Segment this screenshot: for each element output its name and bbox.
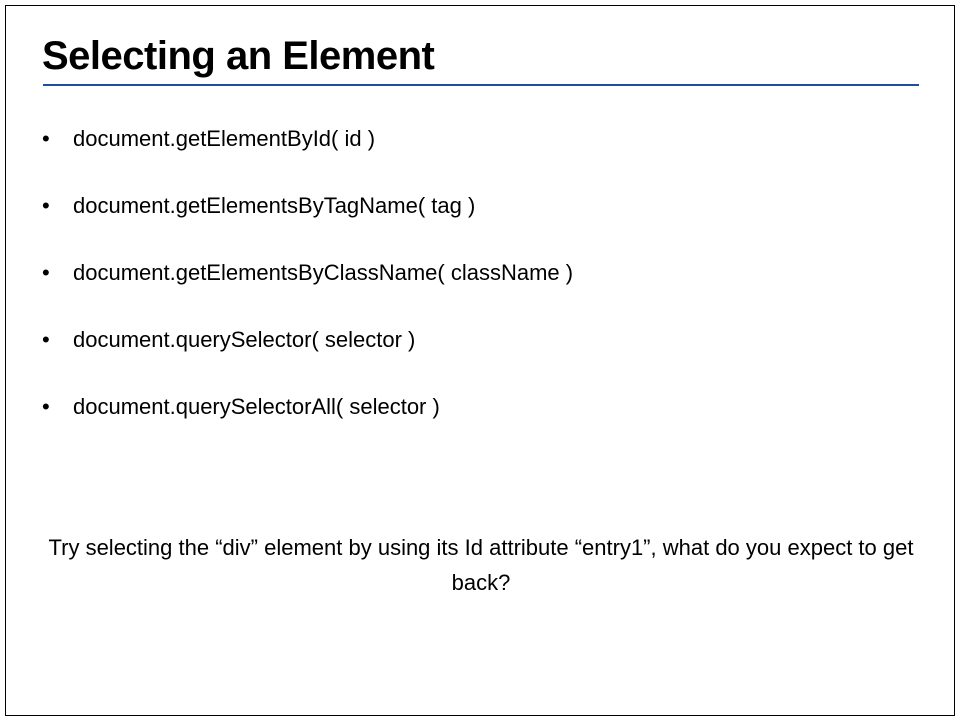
bullet-item: • document.getElementsByTagName( tag ) (42, 186, 573, 253)
bullet-list: • document.getElementById( id ) • docume… (42, 119, 573, 454)
bullet-icon: • (42, 394, 50, 419)
title-underline (43, 84, 919, 86)
bullet-text: document.querySelector( selector ) (73, 327, 416, 352)
bullet-icon: • (42, 327, 50, 352)
bullet-item: • document.getElementById( id ) (42, 119, 573, 186)
bullet-text: document.getElementById( id ) (73, 126, 376, 151)
bullet-icon: • (42, 260, 50, 285)
bullet-text: document.getElementsByClassName( classNa… (73, 260, 574, 285)
bullet-icon: • (42, 193, 50, 218)
bullet-text: document.getElementsByTagName( tag ) (73, 193, 476, 218)
bullet-item: • document.getElementsByClassName( class… (42, 253, 573, 320)
bullet-item: • document.querySelector( selector ) (42, 320, 573, 387)
bullet-text: document.querySelectorAll( selector ) (73, 394, 440, 419)
bullet-item: • document.querySelectorAll( selector ) (42, 387, 573, 454)
bullet-icon: • (42, 126, 50, 151)
slide: Selecting an Element • document.getEleme… (5, 5, 955, 716)
slide-title: Selecting an Element (42, 34, 435, 78)
exercise-prompt: Try selecting the “div” element by using… (48, 535, 914, 595)
